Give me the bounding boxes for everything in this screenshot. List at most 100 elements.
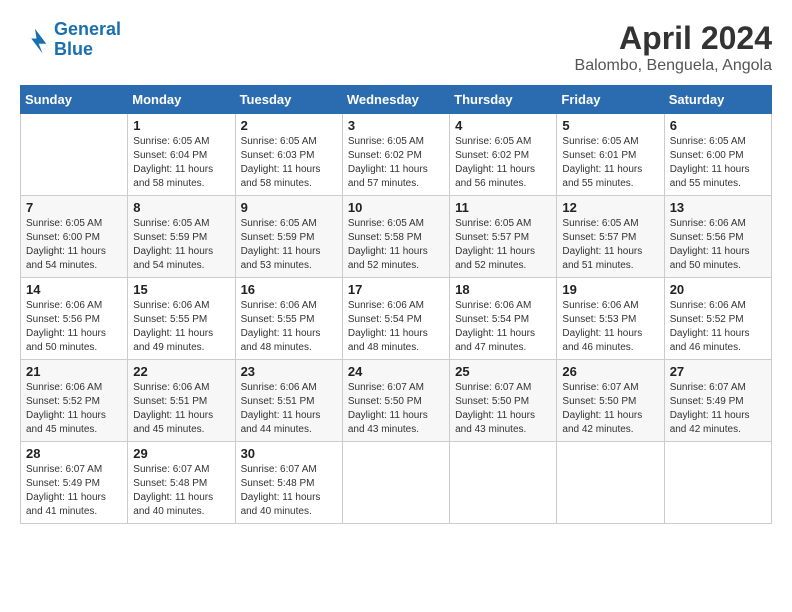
day-number: 15 <box>133 282 229 297</box>
day-number: 6 <box>670 118 766 133</box>
day-number: 24 <box>348 364 444 379</box>
week-row-1: 1Sunrise: 6:05 AM Sunset: 6:04 PM Daylig… <box>21 114 772 196</box>
day-cell: 15 Sunrise: 6:06 AM Sunset: 5:55 PM Dayli… <box>128 278 235 360</box>
day-info: Sunrise: 6:05 AM Sunset: 6:00 PM Dayligh… <box>26 217 122 273</box>
day-cell: 11 Sunrise: 6:05 AM Sunset: 5:57 PM Dayli… <box>450 196 557 278</box>
day-cell: 27Sunrise: 6:07 AM Sunset: 5:49 PM Dayli… <box>664 360 771 442</box>
col-header-sunday: Sunday <box>21 86 128 114</box>
day-info: Sunrise: 6:05 AM Sunset: 6:01 PM Dayligh… <box>562 135 658 191</box>
day-number: 22 <box>133 364 229 379</box>
day-cell: 18 Sunrise: 6:06 AM Sunset: 5:54 PM Dayli… <box>450 278 557 360</box>
day-info: Sunrise: 6:06 AM Sunset: 5:56 PM Dayligh… <box>670 217 766 273</box>
day-number: 10 <box>348 200 444 215</box>
day-cell: 6Sunrise: 6:05 AM Sunset: 6:00 PM Daylig… <box>664 114 771 196</box>
logo-icon <box>20 25 50 55</box>
day-number: 19 <box>562 282 658 297</box>
day-info: Sunrise: 6:05 AM Sunset: 6:03 PM Dayligh… <box>241 135 337 191</box>
col-header-friday: Friday <box>557 86 664 114</box>
day-info: Sunrise: 6:06 AM Sunset: 5:56 PM Dayligh… <box>26 299 122 355</box>
day-cell: 5 Sunrise: 6:05 AM Sunset: 6:01 PM Daylig… <box>557 114 664 196</box>
day-info: Sunrise: 6:05 AM Sunset: 5:59 PM Dayligh… <box>133 217 229 273</box>
day-info: Sunrise: 6:05 AM Sunset: 5:57 PM Dayligh… <box>455 217 551 273</box>
day-info: Sunrise: 6:05 AM Sunset: 6:02 PM Dayligh… <box>455 135 551 191</box>
day-cell: 22 Sunrise: 6:06 AM Sunset: 5:51 PM Dayli… <box>128 360 235 442</box>
location-subtitle: Balombo, Benguela, Angola <box>575 57 772 75</box>
day-info: Sunrise: 6:05 AM Sunset: 5:59 PM Dayligh… <box>241 217 337 273</box>
week-row-3: 14 Sunrise: 6:06 AM Sunset: 5:56 PM Dayli… <box>21 278 772 360</box>
day-cell: 10Sunrise: 6:05 AM Sunset: 5:58 PM Dayli… <box>342 196 449 278</box>
day-cell: 8 Sunrise: 6:05 AM Sunset: 5:59 PM Daylig… <box>128 196 235 278</box>
day-info: Sunrise: 6:06 AM Sunset: 5:51 PM Dayligh… <box>133 381 229 437</box>
day-cell <box>557 442 664 524</box>
day-info: Sunrise: 6:06 AM Sunset: 5:55 PM Dayligh… <box>241 299 337 355</box>
header-row: SundayMondayTuesdayWednesdayThursdayFrid… <box>21 86 772 114</box>
day-cell: 23 Sunrise: 6:06 AM Sunset: 5:51 PM Dayli… <box>235 360 342 442</box>
day-cell: 20 Sunrise: 6:06 AM Sunset: 5:52 PM Dayli… <box>664 278 771 360</box>
day-number: 20 <box>670 282 766 297</box>
week-row-5: 28 Sunrise: 6:07 AM Sunset: 5:49 PM Dayli… <box>21 442 772 524</box>
col-header-wednesday: Wednesday <box>342 86 449 114</box>
day-cell: 13 Sunrise: 6:06 AM Sunset: 5:56 PM Dayli… <box>664 196 771 278</box>
day-cell: 28 Sunrise: 6:07 AM Sunset: 5:49 PM Dayli… <box>21 442 128 524</box>
day-cell: 21Sunrise: 6:06 AM Sunset: 5:52 PM Dayli… <box>21 360 128 442</box>
day-info: Sunrise: 6:06 AM Sunset: 5:51 PM Dayligh… <box>241 381 337 437</box>
day-cell: 2 Sunrise: 6:05 AM Sunset: 6:03 PM Daylig… <box>235 114 342 196</box>
logo: General Blue <box>20 20 121 60</box>
day-cell: 12 Sunrise: 6:05 AM Sunset: 5:57 PM Dayli… <box>557 196 664 278</box>
day-cell <box>342 442 449 524</box>
day-number: 26 <box>562 364 658 379</box>
day-number: 12 <box>562 200 658 215</box>
day-number: 16 <box>241 282 337 297</box>
day-cell: 9Sunrise: 6:05 AM Sunset: 5:59 PM Daylig… <box>235 196 342 278</box>
day-cell: 14 Sunrise: 6:06 AM Sunset: 5:56 PM Dayli… <box>21 278 128 360</box>
logo-line2: Blue <box>54 39 93 59</box>
day-info: Sunrise: 6:06 AM Sunset: 5:55 PM Dayligh… <box>133 299 229 355</box>
day-cell: 19 Sunrise: 6:06 AM Sunset: 5:53 PM Dayli… <box>557 278 664 360</box>
col-header-monday: Monday <box>128 86 235 114</box>
day-info: Sunrise: 6:05 AM Sunset: 5:57 PM Dayligh… <box>562 217 658 273</box>
day-number: 28 <box>26 446 122 461</box>
day-info: Sunrise: 6:07 AM Sunset: 5:49 PM Dayligh… <box>26 463 122 519</box>
page-header: General Blue April 2024 Balombo, Benguel… <box>20 20 772 75</box>
day-cell: 3Sunrise: 6:05 AM Sunset: 6:02 PM Daylig… <box>342 114 449 196</box>
week-row-4: 21Sunrise: 6:06 AM Sunset: 5:52 PM Dayli… <box>21 360 772 442</box>
week-row-2: 7Sunrise: 6:05 AM Sunset: 6:00 PM Daylig… <box>21 196 772 278</box>
day-number: 13 <box>670 200 766 215</box>
day-cell: 26Sunrise: 6:07 AM Sunset: 5:50 PM Dayli… <box>557 360 664 442</box>
day-number: 3 <box>348 118 444 133</box>
day-info: Sunrise: 6:06 AM Sunset: 5:54 PM Dayligh… <box>455 299 551 355</box>
day-number: 5 <box>562 118 658 133</box>
calendar-table: SundayMondayTuesdayWednesdayThursdayFrid… <box>20 85 772 524</box>
day-info: Sunrise: 6:06 AM Sunset: 5:52 PM Dayligh… <box>26 381 122 437</box>
day-cell: 7Sunrise: 6:05 AM Sunset: 6:00 PM Daylig… <box>21 196 128 278</box>
day-info: Sunrise: 6:07 AM Sunset: 5:48 PM Dayligh… <box>241 463 337 519</box>
month-title: April 2024 <box>575 20 772 57</box>
day-cell: 16 Sunrise: 6:06 AM Sunset: 5:55 PM Dayli… <box>235 278 342 360</box>
day-info: Sunrise: 6:07 AM Sunset: 5:50 PM Dayligh… <box>455 381 551 437</box>
day-cell: 4 Sunrise: 6:05 AM Sunset: 6:02 PM Daylig… <box>450 114 557 196</box>
day-number: 14 <box>26 282 122 297</box>
day-info: Sunrise: 6:07 AM Sunset: 5:49 PM Dayligh… <box>670 381 766 437</box>
day-cell: 30 Sunrise: 6:07 AM Sunset: 5:48 PM Dayli… <box>235 442 342 524</box>
day-number: 29 <box>133 446 229 461</box>
day-number: 17 <box>348 282 444 297</box>
day-cell <box>450 442 557 524</box>
day-number: 8 <box>133 200 229 215</box>
day-number: 2 <box>241 118 337 133</box>
day-cell <box>21 114 128 196</box>
day-info: Sunrise: 6:06 AM Sunset: 5:54 PM Dayligh… <box>348 299 444 355</box>
day-number: 18 <box>455 282 551 297</box>
day-info: Sunrise: 6:06 AM Sunset: 5:52 PM Dayligh… <box>670 299 766 355</box>
col-header-thursday: Thursday <box>450 86 557 114</box>
day-number: 11 <box>455 200 551 215</box>
logo-line1: General <box>54 19 121 39</box>
day-number: 4 <box>455 118 551 133</box>
col-header-saturday: Saturday <box>664 86 771 114</box>
day-number: 30 <box>241 446 337 461</box>
day-cell: 29Sunrise: 6:07 AM Sunset: 5:48 PM Dayli… <box>128 442 235 524</box>
day-cell: 1Sunrise: 6:05 AM Sunset: 6:04 PM Daylig… <box>128 114 235 196</box>
title-block: April 2024 Balombo, Benguela, Angola <box>575 20 772 75</box>
day-number: 25 <box>455 364 551 379</box>
day-info: Sunrise: 6:06 AM Sunset: 5:53 PM Dayligh… <box>562 299 658 355</box>
day-number: 23 <box>241 364 337 379</box>
